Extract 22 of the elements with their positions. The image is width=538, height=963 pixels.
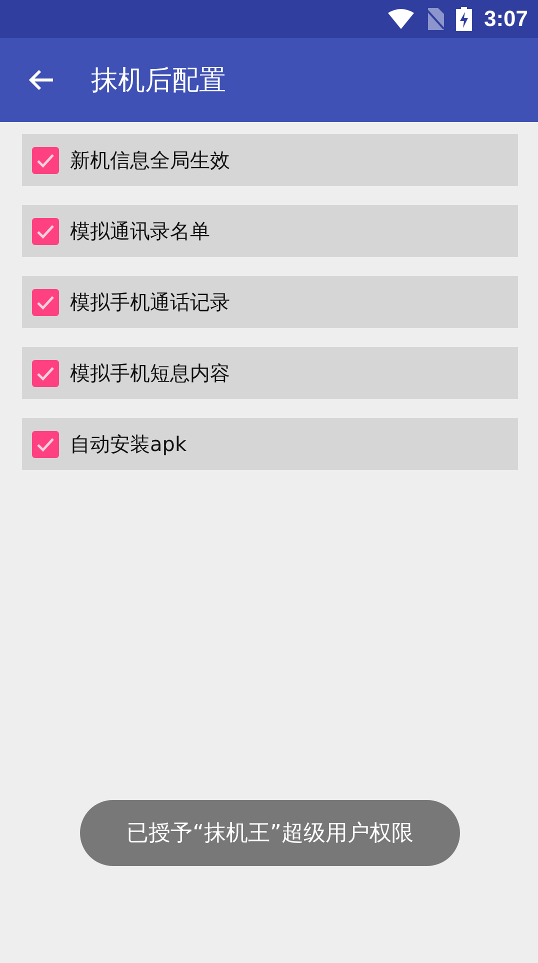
option-label: 模拟手机通话记录: [70, 288, 230, 316]
option-label: 模拟手机短息内容: [70, 360, 230, 386]
checkbox[interactable]: [32, 430, 59, 458]
checkbox-row[interactable]: 模拟手机短息内容: [22, 347, 518, 399]
battery-charging-icon: [456, 7, 472, 31]
option-label: 新机信息全局生效: [70, 146, 230, 174]
option-label: 模拟通讯录名单: [70, 218, 210, 244]
checkbox-row[interactable]: 自动安装apk: [22, 418, 518, 470]
checkbox[interactable]: [32, 146, 59, 174]
toast-message: 已授予“抹机王”超级用户权限: [80, 800, 460, 866]
checkbox-row[interactable]: 模拟通讯录名单: [22, 205, 518, 257]
checkbox[interactable]: [32, 288, 59, 316]
back-arrow-icon[interactable]: [28, 69, 54, 91]
checkbox[interactable]: [32, 360, 59, 386]
checkbox-row[interactable]: 模拟手机通话记录: [22, 276, 518, 328]
checkbox[interactable]: [32, 218, 59, 244]
screen-title: 抹机后配置: [91, 64, 226, 98]
checkbox-row[interactable]: 新机信息全局生效: [22, 134, 518, 186]
option-label: 自动安装apk: [70, 430, 187, 458]
wifi-icon: [388, 9, 414, 29]
status-time: 3:07: [484, 6, 528, 32]
no-sim-icon: [426, 8, 444, 30]
